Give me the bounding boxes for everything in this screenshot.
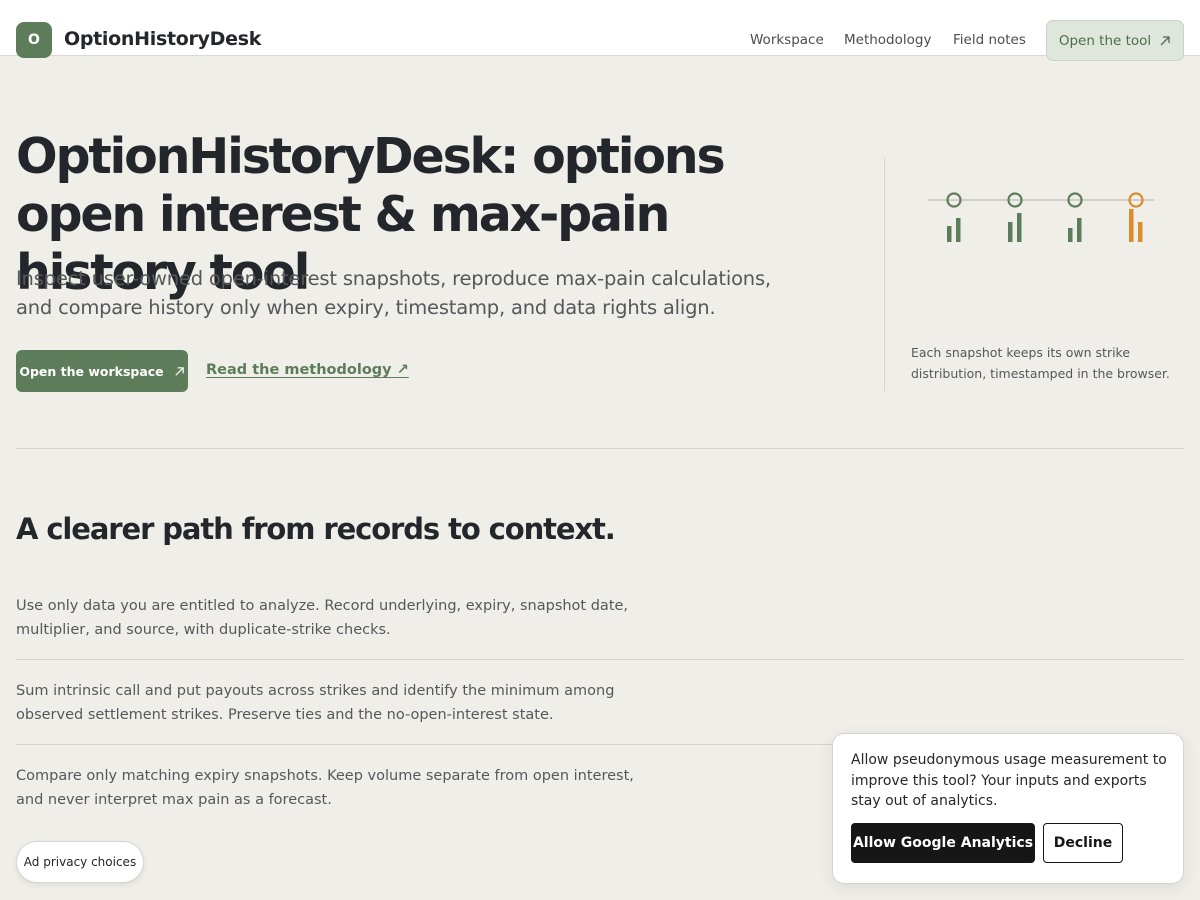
section-divider (16, 448, 1184, 449)
arrow-up-right-icon (175, 366, 184, 376)
nav-field-notes[interactable]: Field notes (953, 32, 1026, 48)
arrow-up-right-icon (1160, 35, 1170, 45)
hero-vertical-divider (884, 157, 885, 391)
step-text-3: Compare only matching expiry snapshots. … (16, 768, 634, 808)
row-divider (16, 659, 1184, 660)
open-workspace-button[interactable]: Open the workspace (16, 350, 188, 392)
nav-methodology[interactable]: Methodology (844, 32, 931, 48)
step-text-2: Sum intrinsic call and put payouts acros… (16, 683, 615, 723)
illustration-caption: Each snapshot keeps its own strike distr… (911, 345, 1170, 381)
ad-privacy-choices-button[interactable]: Ad privacy choices (16, 841, 144, 883)
brand-name[interactable]: OptionHistoryDesk (64, 28, 261, 50)
hero-subtitle: Inspect user-owned open-interest snapsho… (16, 267, 771, 319)
snapshot-illustration (928, 192, 1154, 242)
allow-analytics-button[interactable]: Allow Google Analytics (851, 823, 1035, 863)
read-methodology-link[interactable]: Read the methodology ↗ (206, 362, 409, 378)
open-tool-button[interactable]: Open the tool (1046, 20, 1184, 61)
step-text-1: Use only data you are entitled to analyz… (16, 598, 629, 638)
arrow-up-right-icon: ↗ (396, 362, 409, 378)
read-methodology-label: Read the methodology (206, 362, 392, 378)
open-tool-label: Open the tool (1058, 32, 1152, 49)
site-header: O OptionHistoryDesk Workspace Methodolog… (0, 0, 1200, 61)
nav-workspace[interactable]: Workspace (750, 32, 824, 48)
consent-message: Allow pseudonymous usage measurement to … (851, 752, 1167, 809)
section-title: A clearer path from records to context. (16, 512, 616, 546)
analytics-consent-dialog: Allow pseudonymous usage measurement to … (832, 733, 1184, 884)
decline-button[interactable]: Decline (1043, 823, 1123, 863)
logo-mark[interactable]: O (16, 22, 52, 58)
open-workspace-label: Open the workspace (19, 363, 164, 379)
